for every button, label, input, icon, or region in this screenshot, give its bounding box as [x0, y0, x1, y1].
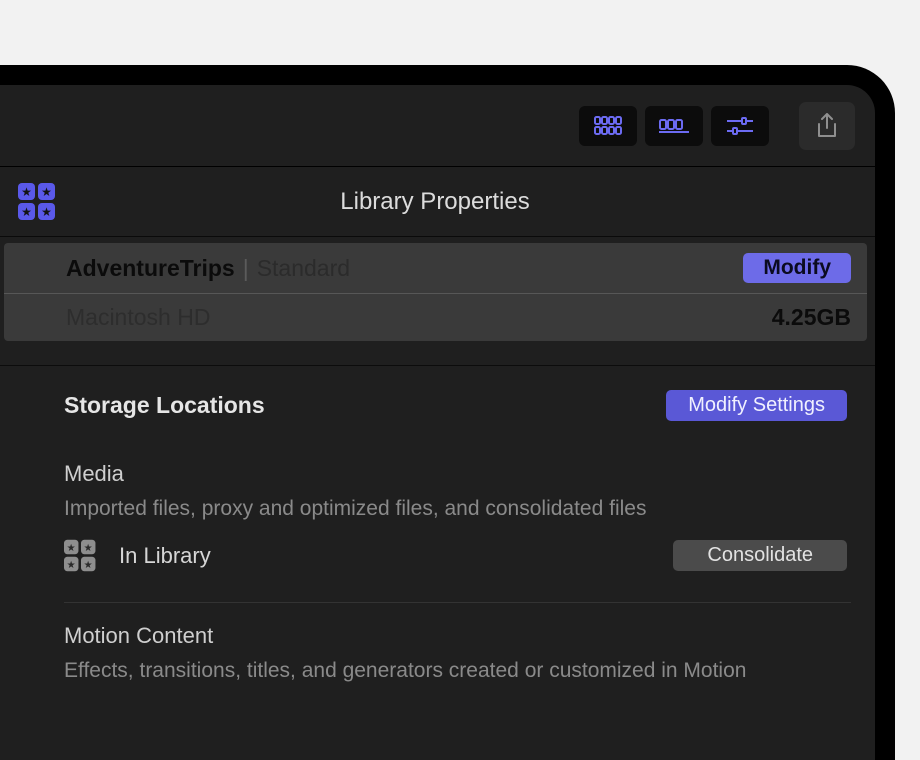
modify-button[interactable]: Modify — [743, 253, 851, 283]
library-location-row: Macintosh HD 4.25GB — [4, 294, 867, 341]
library-name-row: AdventureTrips | Standard Modify — [4, 243, 867, 294]
grid-view-button[interactable] — [579, 106, 637, 146]
storage-locations-title: Storage Locations — [64, 392, 265, 419]
motion-title: Motion Content — [64, 623, 847, 649]
motion-content-subsection: Motion Content Effects, transitions, tit… — [0, 603, 875, 683]
media-title: Media — [64, 461, 847, 487]
storage-locations-section: Storage Locations Modify Settings Media … — [0, 366, 875, 574]
sliders-view-button[interactable] — [711, 106, 769, 146]
library-disk: Macintosh HD — [66, 304, 210, 331]
library-mode: Standard — [257, 255, 350, 282]
media-location-label: In Library — [119, 543, 211, 569]
consolidate-button[interactable]: Consolidate — [673, 540, 847, 571]
media-subsection: Media Imported files, proxy and optimize… — [64, 461, 847, 574]
panel-header: ★★★★ Library Properties — [0, 167, 875, 237]
library-name: AdventureTrips — [66, 255, 235, 282]
inspector-panel: ★★★★ Library Properties AdventureTrips |… — [0, 85, 875, 760]
library-separator: | — [235, 255, 257, 282]
media-description: Imported files, proxy and optimized file… — [64, 497, 847, 521]
library-size: 4.25GB — [772, 304, 851, 331]
filmstrip-icon — [659, 119, 689, 133]
sliders-icon — [727, 116, 753, 136]
grid-icon — [594, 116, 622, 136]
device-frame: ★★★★ Library Properties AdventureTrips |… — [0, 65, 895, 760]
view-mode-segmented — [579, 106, 769, 146]
library-info-block: AdventureTrips | Standard Modify Macinto… — [4, 243, 867, 341]
modify-settings-button[interactable]: Modify Settings — [666, 390, 847, 421]
media-location-row: ★★★★ In Library Consolidate — [64, 537, 847, 574]
share-button[interactable] — [799, 102, 855, 150]
toolbar — [0, 85, 875, 167]
library-location-icon: ★★★★ — [64, 540, 95, 571]
motion-description: Effects, transitions, titles, and genera… — [64, 659, 847, 683]
filmstrip-view-button[interactable] — [645, 106, 703, 146]
panel-title: Library Properties — [15, 188, 855, 216]
storage-locations-header: Storage Locations Modify Settings — [64, 390, 847, 421]
share-icon — [816, 113, 838, 139]
